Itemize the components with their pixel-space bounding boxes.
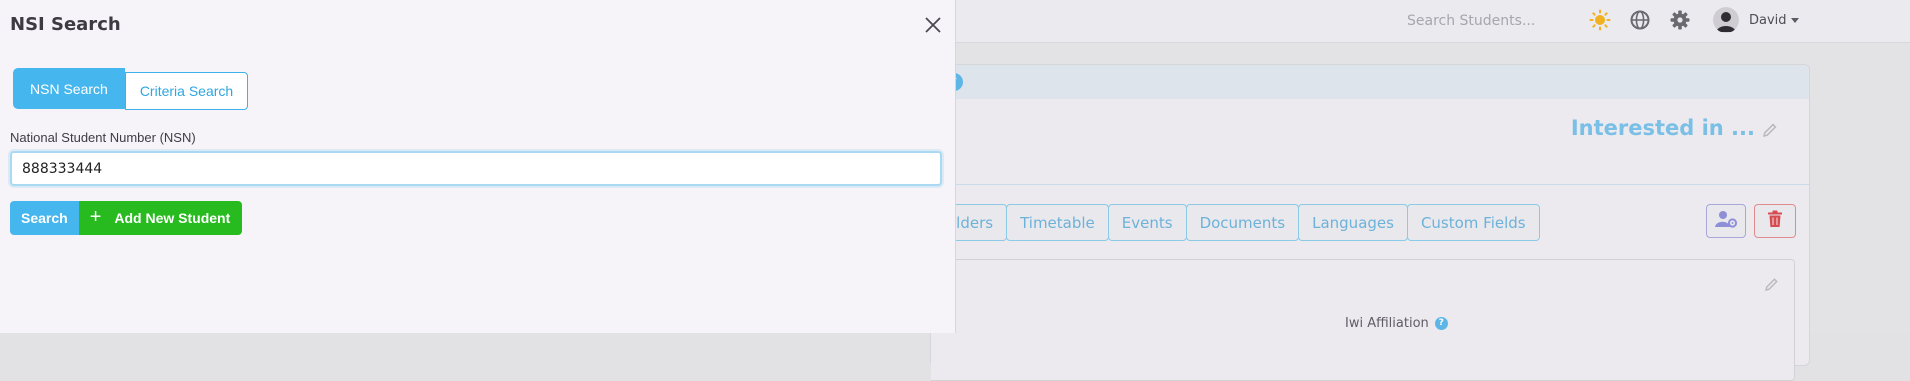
tab-languages[interactable]: Languages [1298,204,1408,241]
tab-timetable[interactable]: Timetable [1006,204,1109,241]
pencil-icon[interactable] [1764,276,1780,292]
tab-events[interactable]: Events [1107,204,1187,241]
add-new-student-label: Add New Student [114,210,231,226]
record-title: Interested in ... [1570,116,1755,140]
close-icon[interactable] [924,16,942,34]
user-gear-icon [1714,209,1738,233]
record-tabs: olders Timetable Events Documents Langua… [931,204,1540,241]
nsi-search-drawer: NSI Search NSN Search Criteria Search Na… [0,0,956,333]
trash-icon [1767,210,1783,232]
card-header-strip: ✓ [931,65,1809,99]
tab-nsn-search[interactable]: NSN Search [13,68,125,109]
action-buttons: Search + Add New Student [10,201,243,235]
tab-custom-fields[interactable]: Custom Fields [1406,204,1540,241]
details-panel: ? Iwi Affiliation ? [923,259,1795,381]
sun-icon[interactable] [1589,9,1611,31]
student-search-input[interactable] [1405,9,1574,33]
divider [931,184,1809,185]
gear-icon[interactable] [1669,9,1691,31]
nsn-input[interactable] [10,151,942,186]
pencil-icon[interactable] [1761,121,1779,139]
delete-button[interactable] [1754,204,1796,238]
avatar [1713,7,1739,33]
search-button[interactable]: Search [10,201,79,235]
nsn-label: National Student Number (NSN) [10,130,196,145]
tab-criteria-search[interactable]: Criteria Search [124,72,249,110]
help-icon[interactable]: ? [1434,317,1448,330]
student-record-card: ✓ Interested in ... olders Timetable Eve… [923,64,1810,381]
add-new-student-button[interactable]: + Add New Student [78,201,243,235]
user-menu[interactable]: David [1713,6,1799,34]
iwi-label-text: Iwi Affiliation [1345,316,1429,331]
tab-documents[interactable]: Documents [1185,204,1300,241]
search-mode-tabs: NSN Search Criteria Search [13,68,249,110]
chevron-down-icon [1790,17,1799,23]
globe-icon[interactable] [1629,9,1651,31]
drawer-title: NSI Search [10,14,121,35]
plus-icon: + [89,206,102,228]
manage-user-button[interactable] [1706,204,1746,238]
field-label-iwi: Iwi Affiliation ? [1345,316,1448,331]
user-name: David [1749,12,1787,28]
